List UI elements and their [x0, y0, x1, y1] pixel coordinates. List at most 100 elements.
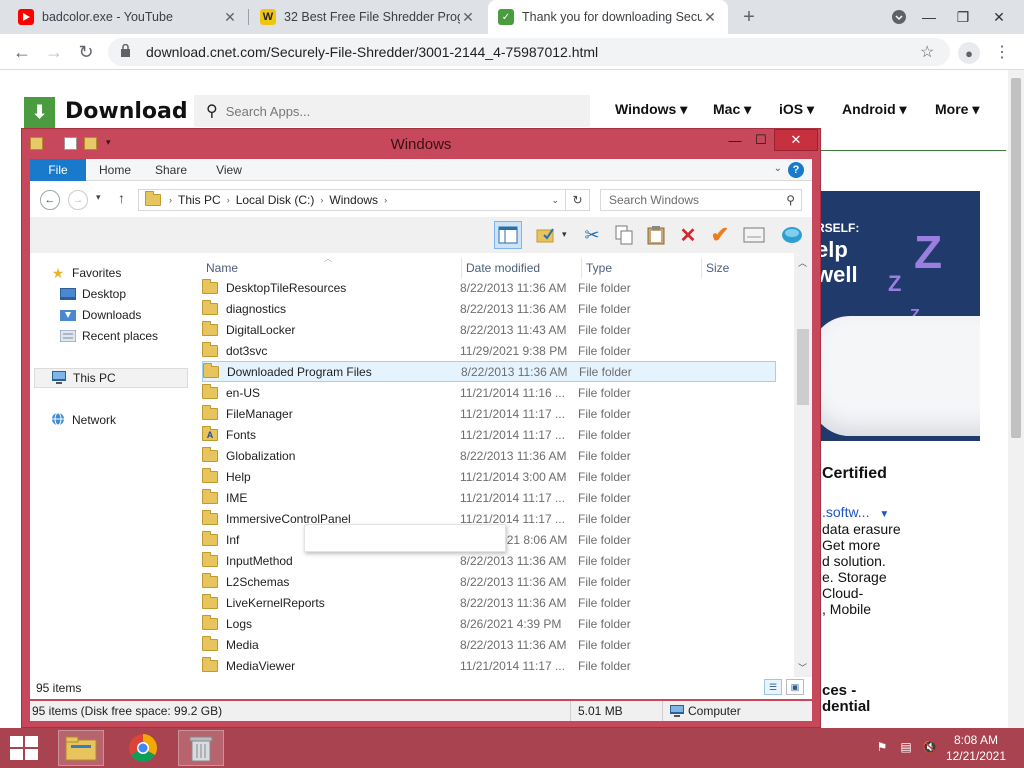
paste-icon[interactable]	[642, 221, 670, 249]
breadcrumb-local-disk[interactable]: Local Disk (C:)	[236, 193, 315, 207]
tab-share[interactable]: Share	[148, 159, 194, 181]
forward-icon[interactable]: →	[68, 190, 88, 210]
start-button-icon[interactable]	[10, 736, 38, 760]
page-scrollbar-thumb[interactable]	[1011, 78, 1021, 438]
file-row[interactable]: LiveKernelReports 8/22/2013 11:36 AM File …	[202, 592, 776, 613]
file-row[interactable]: Help 11/21/2014 3:00 AM File folder	[202, 466, 776, 487]
rename-check-icon[interactable]: ✔	[706, 221, 734, 249]
file-row[interactable]: MediaViewer 11/21/2014 11:17 ... File fold…	[202, 655, 776, 676]
site-search-input[interactable]: ⚲ Search Apps...	[194, 95, 590, 127]
select-dropdown-icon[interactable]: ▾	[562, 229, 567, 240]
column-header-name[interactable]: Name	[202, 258, 462, 278]
properties-icon[interactable]	[740, 221, 768, 249]
page-scrollbar[interactable]	[1008, 70, 1024, 728]
close-tab-icon[interactable]: ✕	[460, 9, 476, 26]
scroll-down-icon[interactable]: ﹀	[798, 661, 807, 674]
help-icon[interactable]: ?	[788, 162, 804, 178]
file-row[interactable]: A Fonts 11/21/2014 11:17 ... File folder	[202, 424, 776, 445]
file-explorer-icon[interactable]	[58, 730, 104, 766]
nav-android[interactable]: Android ▾	[842, 101, 907, 118]
preview-pane-icon[interactable]	[494, 221, 522, 249]
tab-search-icon[interactable]	[882, 0, 916, 34]
minimize-icon[interactable]: —	[912, 0, 946, 34]
select-icon[interactable]	[532, 221, 560, 249]
file-row[interactable]: DigitalLocker 8/22/2013 11:43 AM File fold…	[202, 319, 776, 340]
close-window-icon[interactable]: ✕	[982, 0, 1016, 34]
forward-icon[interactable]: →	[42, 40, 66, 64]
network-tray-icon[interactable]: ▤	[898, 740, 914, 756]
file-row[interactable]: L2Schemas 8/22/2013 11:36 AM File folder	[202, 571, 776, 592]
file-row[interactable]: dot3svc 11/29/2021 9:38 PM File folder	[202, 340, 776, 361]
file-row[interactable]: InputMethod 8/22/2013 11:36 AM File folder	[202, 550, 776, 571]
tab-file-shredder-list[interactable]: W 32 Best Free File Shredder Programs ✕	[250, 0, 486, 34]
path-dropdown-icon[interactable]: ⌄	[551, 195, 559, 206]
breadcrumb-this-pc[interactable]: This PC	[178, 193, 221, 207]
search-windows-input[interactable]: Search Windows ⚲	[600, 189, 802, 211]
nav-mac[interactable]: Mac ▾	[713, 101, 751, 118]
file-row[interactable]: Downloaded Program Files 8/22/2013 11:36 …	[202, 361, 776, 382]
nav-downloads[interactable]: Downloads	[60, 305, 141, 325]
file-row[interactable]: FileManager 11/21/2014 11:17 ... File fold…	[202, 403, 776, 424]
action-center-flag-icon[interactable]: ⚑	[874, 740, 890, 756]
tab-view[interactable]: View	[206, 159, 252, 181]
refresh-icon[interactable]: ↻	[565, 190, 589, 210]
recycle-bin-icon[interactable]	[178, 730, 224, 766]
file-list-scrollbar-thumb[interactable]	[797, 329, 809, 405]
file-list-scrollbar[interactable]: ︿ ﹀	[794, 253, 812, 677]
close-icon[interactable]: ✕	[774, 129, 818, 151]
system-clock[interactable]: 8:08 AM 12/21/2021	[946, 732, 1006, 764]
file-row[interactable]: Globalization 8/22/2013 11:36 AM File fold…	[202, 445, 776, 466]
restore-icon[interactable]: ❐	[946, 0, 980, 34]
nav-recent-places[interactable]: Recent places	[60, 326, 158, 346]
close-tab-icon[interactable]: ✕	[702, 9, 718, 26]
new-tab-button[interactable]: +	[738, 6, 760, 29]
column-header-size[interactable]: Size	[702, 258, 776, 278]
nav-ios[interactable]: iOS ▾	[779, 101, 814, 118]
column-header-date[interactable]: Date modified	[462, 258, 582, 278]
nav-windows[interactable]: Windows ▾	[615, 101, 687, 118]
file-row[interactable]: diagnostics 8/22/2013 11:36 AM File folder	[202, 298, 776, 319]
file-row[interactable]: en-US 11/21/2014 11:16 ... File folder	[202, 382, 776, 403]
profile-avatar-icon[interactable]: ●	[958, 42, 980, 64]
breadcrumb-windows[interactable]: Windows	[329, 193, 378, 207]
volume-muted-icon[interactable]: 🔇	[922, 740, 938, 756]
reload-icon[interactable]: ↻	[74, 40, 98, 64]
column-header-type[interactable]: Type	[582, 258, 702, 278]
large-icons-view-icon[interactable]: ▣	[786, 679, 804, 695]
nav-desktop[interactable]: Desktop	[60, 284, 126, 304]
nav-favorites[interactable]: ★ Favorites	[50, 263, 122, 283]
back-icon[interactable]: ←	[40, 190, 60, 210]
delete-icon[interactable]: ✕	[674, 221, 702, 249]
close-tab-icon[interactable]: ✕	[222, 9, 238, 26]
chrome-icon[interactable]	[120, 730, 166, 766]
file-row[interactable]: DesktopTileResources 8/22/2013 11:36 AM Fi…	[202, 277, 776, 298]
path-field[interactable]: › This PC › Local Disk (C:) › Windows › …	[138, 189, 590, 211]
bookmark-star-icon[interactable]: ☆	[920, 42, 950, 62]
file-row[interactable]: Media 8/22/2013 11:36 AM File folder	[202, 634, 776, 655]
recent-locations-icon[interactable]: ▾	[96, 192, 101, 203]
up-icon[interactable]: ↑	[118, 190, 125, 206]
nav-network[interactable]: Network	[50, 410, 116, 430]
nav-this-pc[interactable]: This PC	[34, 368, 188, 388]
minimize-icon[interactable]: —	[722, 129, 748, 151]
cut-icon[interactable]: ✂	[578, 221, 606, 249]
tab-youtube[interactable]: badcolor.exe - YouTube ✕	[8, 0, 248, 34]
tab-cnet-download[interactable]: ✓ Thank you for downloading Securely Fil…	[488, 0, 728, 34]
expand-ribbon-icon[interactable]: ⌄	[774, 163, 782, 174]
file-row[interactable]: Logs 8/26/2021 4:39 PM File folder	[202, 613, 776, 634]
back-icon[interactable]: ←	[10, 40, 34, 64]
explorer-titlebar[interactable]: ▾ Windows — ☐ ✕	[22, 129, 820, 159]
site-logo-text[interactable]: Download	[65, 99, 188, 124]
copy-icon[interactable]	[610, 221, 638, 249]
tab-file[interactable]: File	[30, 159, 86, 181]
download-logo-icon[interactable]: ⬇	[24, 97, 55, 128]
network-globe-icon[interactable]	[778, 221, 806, 249]
address-bar[interactable]: download.cnet.com/Securely-File-Shredder…	[108, 38, 950, 66]
nav-more[interactable]: More ▾	[935, 101, 979, 118]
file-row[interactable]: IME 11/21/2014 11:17 ... File folder	[202, 487, 776, 508]
chrome-menu-icon[interactable]: ⋮	[994, 42, 1010, 62]
tab-home[interactable]: Home	[92, 159, 138, 181]
maximize-icon[interactable]: ☐	[748, 129, 774, 151]
scroll-up-icon[interactable]: ︿	[798, 256, 807, 269]
details-view-icon[interactable]: ☰	[764, 679, 782, 695]
